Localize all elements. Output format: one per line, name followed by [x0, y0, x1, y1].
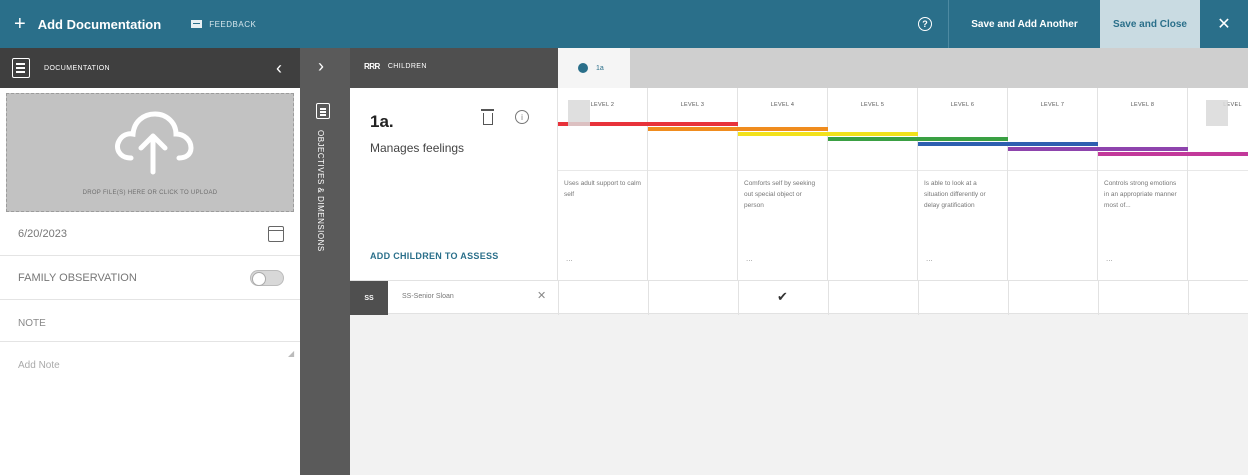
- people-icon: RRR: [364, 62, 380, 71]
- add-children-to-assess-link[interactable]: ADD CHILDREN TO ASSESS: [370, 251, 499, 261]
- tab-strip-empty: [630, 48, 1248, 88]
- level-divider: [828, 170, 917, 171]
- tab-1a-label: 1a: [596, 64, 604, 72]
- scroll-left-button[interactable]: [568, 100, 590, 126]
- info-icon[interactable]: i: [515, 110, 529, 124]
- date-field[interactable]: 6/20/2023: [0, 212, 300, 256]
- level-divider: [1098, 170, 1187, 171]
- progression-band: [1098, 152, 1248, 156]
- level-cell[interactable]: [1098, 281, 1188, 315]
- level-divider: [918, 170, 1007, 171]
- level-label: LEVEL 4: [770, 102, 795, 108]
- objective-code: 1a.: [370, 112, 394, 131]
- level-column: LEVEL 3: [648, 88, 738, 280]
- level-more-link[interactable]: ...: [1106, 254, 1113, 263]
- level-label: LEVEL 5: [860, 102, 885, 108]
- objective-name: Manages feelings: [370, 141, 465, 155]
- upload-dropzone[interactable]: DROP FILE(S) HERE OR CLICK TO UPLOAD: [6, 93, 294, 212]
- close-icon[interactable]: ✕: [1200, 0, 1248, 48]
- level-column: LEVEL 4 Comforts self by seeking out spec…: [738, 88, 828, 280]
- top-bar: + Add Documentation FEEDBACK ? Save and …: [0, 0, 1248, 48]
- child-name: SS-Senior Sloan: [402, 293, 454, 300]
- level-divider: [1008, 170, 1097, 171]
- level-cell[interactable]: [558, 281, 648, 315]
- level-more-link[interactable]: ...: [566, 254, 573, 263]
- level-description: Controls strong emotions in an appropria…: [1104, 180, 1177, 209]
- assessment-area: RRR CHILDREN 1a 1a. i Manages feelings A…: [350, 48, 1248, 475]
- level-divider: [738, 170, 827, 171]
- calendar-icon[interactable]: [268, 225, 284, 242]
- save-and-close-button[interactable]: Save and Close: [1100, 0, 1200, 48]
- trash-icon[interactable]: [481, 109, 494, 125]
- objectives-dimensions-label[interactable]: OBJECTIVES & DIMENSIONS: [316, 130, 325, 252]
- note-placeholder: Add Note: [18, 360, 60, 371]
- level-label: LEVEL 6: [950, 102, 975, 108]
- level-label: LEVEL 7: [1040, 102, 1065, 108]
- family-observation-toggle[interactable]: [250, 269, 284, 286]
- add-documentation-label: Add Documentation: [37, 16, 162, 32]
- family-observation-row: FAMILY OBSERVATION: [0, 256, 300, 300]
- level-divider: [1188, 170, 1248, 171]
- feedback-button[interactable]: FEEDBACK: [191, 20, 256, 29]
- progression-band: [1008, 147, 1188, 151]
- level-column: LEVEL 8 Controls strong emotions in an ap…: [1098, 88, 1188, 280]
- level-description: Comforts self by seeking out special obj…: [744, 180, 816, 209]
- documentation-header: DOCUMENTATION ‹: [0, 48, 300, 88]
- plus-icon: +: [14, 13, 26, 35]
- children-header: RRR CHILDREN 1a: [350, 48, 1248, 88]
- level-divider: [648, 170, 737, 171]
- level-cell[interactable]: [828, 281, 918, 315]
- cloud-upload-icon: [115, 111, 194, 175]
- level-divider: [558, 170, 647, 171]
- save-and-add-another-button[interactable]: Save and Add Another: [948, 0, 1100, 48]
- documentation-panel: DOCUMENTATION ‹ DROP FILE(S) HERE OR CLI…: [0, 48, 300, 475]
- children-tab[interactable]: RRR CHILDREN: [364, 62, 427, 71]
- tab-1a[interactable]: 1a: [558, 48, 630, 88]
- level-column: LEVEL 5: [828, 88, 918, 280]
- resize-handle-icon[interactable]: ◢: [288, 349, 294, 358]
- level-description: Is able to look at a situation different…: [924, 180, 986, 209]
- documentation-icon: [12, 58, 30, 78]
- add-documentation-button[interactable]: + Add Documentation: [0, 0, 161, 48]
- level-column: LEVEL 6 Is able to look at a situation di…: [918, 88, 1008, 280]
- level-cell[interactable]: [1188, 281, 1248, 315]
- remove-child-icon[interactable]: ✕: [537, 289, 546, 302]
- scroll-right-button[interactable]: [1206, 100, 1228, 126]
- objectives-rail: › OBJECTIVES & DIMENSIONS: [300, 48, 350, 475]
- clipboard-icon: [316, 103, 330, 119]
- checkmark-icon: ✔: [777, 289, 788, 304]
- level-cell[interactable]: ✔: [738, 281, 828, 315]
- level-cell[interactable]: [1008, 281, 1098, 315]
- progression-band: [918, 142, 1098, 146]
- progression-band: [828, 137, 1008, 141]
- help-icon[interactable]: ?: [918, 17, 932, 31]
- upload-text: DROP FILE(S) HERE OR CLICK TO UPLOAD: [82, 190, 218, 196]
- levels-grid: LEVEL 2 Uses adult support to calm self..…: [558, 88, 1248, 280]
- level-cell[interactable]: [918, 281, 1008, 315]
- date-value: 6/20/2023: [18, 227, 67, 240]
- progression-band: [738, 132, 918, 136]
- child-avatar: SS: [350, 281, 388, 315]
- level-label: LEVEL 8: [1130, 102, 1155, 108]
- documentation-title: DOCUMENTATION: [44, 64, 110, 72]
- objective-card: 1a. i Manages feelings ADD CHILDREN TO A…: [350, 88, 558, 280]
- progression-band: [648, 127, 828, 131]
- feedback-label: FEEDBACK: [209, 19, 257, 29]
- level-cell[interactable]: [648, 281, 738, 315]
- level-label: LEVEL 3: [680, 102, 705, 108]
- objective-icon: [578, 63, 588, 73]
- feedback-icon: [191, 20, 203, 28]
- level-description: Uses adult support to calm self: [564, 180, 641, 198]
- level-more-link[interactable]: ...: [926, 254, 933, 263]
- child-row: SS SS-Senior Sloan ✕ ✔: [350, 280, 1248, 315]
- chevron-right-icon[interactable]: ›: [318, 56, 324, 77]
- chevron-left-icon[interactable]: ‹: [276, 58, 282, 79]
- note-label: NOTE: [0, 306, 300, 342]
- family-observation-label: FAMILY OBSERVATION: [18, 271, 137, 284]
- children-label: CHILDREN: [387, 63, 427, 70]
- note-textarea[interactable]: Add Note: [0, 342, 300, 371]
- level-column: LEVEL 7: [1008, 88, 1098, 280]
- level-more-link[interactable]: ...: [746, 254, 753, 263]
